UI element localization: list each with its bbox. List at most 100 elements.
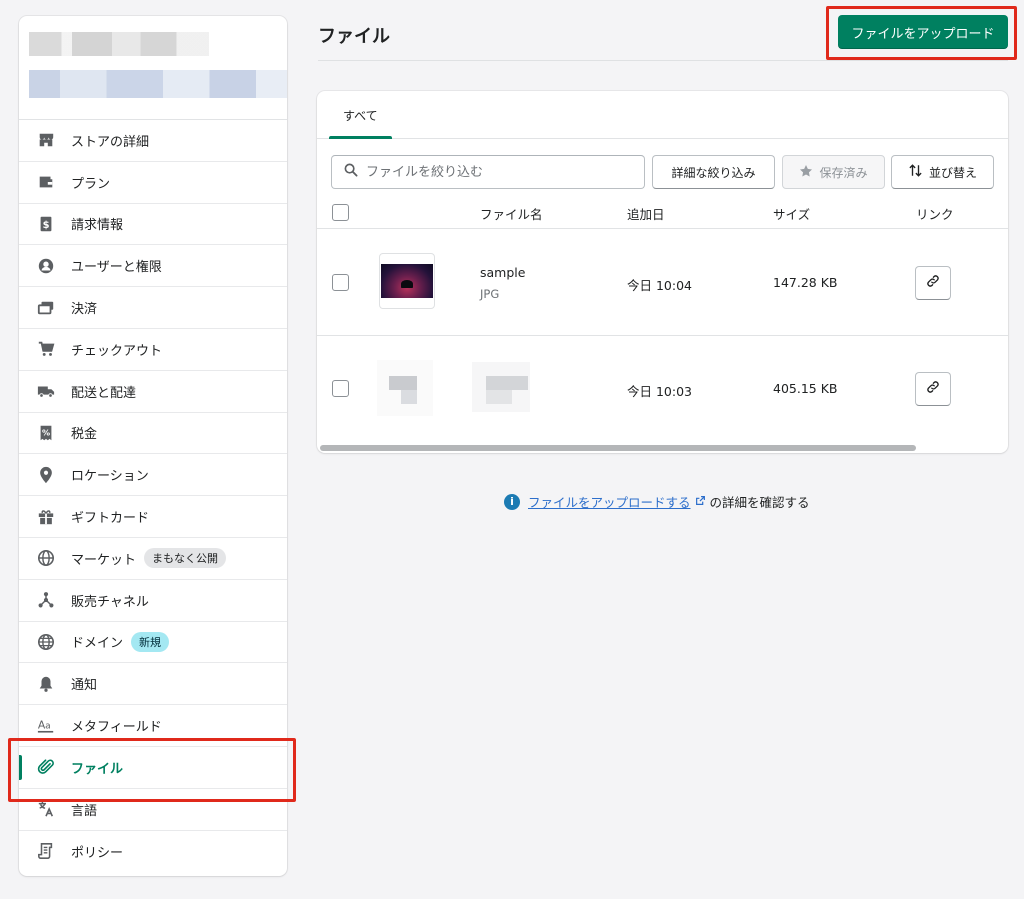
sort-label: 並び替え xyxy=(928,165,977,180)
wallet-icon xyxy=(37,173,55,191)
domain-globe-icon xyxy=(37,633,55,651)
sidebar-item-label: ポリシー xyxy=(71,845,124,861)
sidebar-item-billing[interactable]: $ 請求情報 xyxy=(19,204,287,246)
star-icon xyxy=(799,164,813,181)
sidebar-item-label: 言語 xyxy=(71,803,98,819)
sidebar-item-label: 請求情報 xyxy=(71,218,124,234)
sidebar-item-plan[interactable]: プラン xyxy=(19,162,287,204)
metafields-icon: Aa xyxy=(37,717,55,735)
table-row[interactable]: 今日 10:03 405.15 KB xyxy=(317,336,1008,442)
header-divider xyxy=(318,60,1008,61)
channels-icon xyxy=(37,591,55,609)
sidebar-item-sales-channels[interactable]: 販売チャネル xyxy=(19,580,287,622)
table-row[interactable]: sample JPG 今日 10:04 147.28 KB xyxy=(317,230,1008,336)
copy-link-button[interactable] xyxy=(915,372,951,406)
column-header: 追加日 xyxy=(627,207,665,222)
select-all-checkbox[interactable] xyxy=(332,204,349,221)
sidebar-item-notifications[interactable]: 通知 xyxy=(19,663,287,706)
file-size: 147.28 KB xyxy=(773,275,838,290)
search-icon xyxy=(344,163,358,181)
sidebar-item-label: ドメイン xyxy=(71,636,124,652)
sidebar-item-users[interactable]: ユーザーと権限 xyxy=(19,245,287,288)
redacted-pixels xyxy=(486,376,528,390)
files-card: すべて 詳細な絞り込み 保存済み 並び替え ファイル名 追加日 サイズ リンク … xyxy=(317,91,1008,453)
globe-icon xyxy=(37,549,55,567)
file-name: sample xyxy=(480,265,526,280)
search-field[interactable] xyxy=(331,155,645,189)
sidebar-item-store-details[interactable]: ストアの詳細 xyxy=(19,120,287,162)
coming-soon-badge: まもなく公開 xyxy=(144,548,227,569)
file-size: 405.15 KB xyxy=(773,381,838,396)
sidebar-item-languages[interactable]: 言語 xyxy=(19,789,287,831)
paperclip-icon xyxy=(37,758,55,776)
row-checkbox[interactable] xyxy=(332,274,349,291)
sort-arrows-icon xyxy=(908,163,923,181)
column-header: ファイル名 xyxy=(480,207,543,222)
sidebar-item-checkout[interactable]: チェックアウト xyxy=(19,329,287,371)
upload-file-button[interactable]: ファイルをアップロード xyxy=(838,15,1008,49)
sidebar-item-label: 通知 xyxy=(71,678,98,694)
store-header xyxy=(19,16,287,120)
sort-button[interactable]: 並び替え xyxy=(891,155,994,189)
file-name-redacted xyxy=(472,362,530,412)
help-suffix: の詳細を確認する xyxy=(709,495,810,510)
sidebar-item-label: ユーザーと権限 xyxy=(71,260,162,276)
horizontal-scrollbar[interactable] xyxy=(320,445,916,451)
sidebar-item-gift-cards[interactable]: ギフトカード xyxy=(19,496,287,538)
page-title: ファイル xyxy=(318,26,390,47)
bell-icon xyxy=(37,675,55,693)
sidebar-item-label: ギフトカード xyxy=(71,511,150,527)
tax-icon: % xyxy=(37,424,55,442)
sidebar-item-policies[interactable]: ポリシー xyxy=(19,831,287,873)
translate-icon xyxy=(37,800,55,818)
location-pin-icon xyxy=(37,466,55,484)
info-icon: i xyxy=(504,493,520,510)
file-thumbnail-redacted[interactable] xyxy=(377,360,433,416)
sidebar-item-locations[interactable]: ロケーション xyxy=(19,454,287,497)
sidebar-item-files[interactable]: ファイル xyxy=(19,747,287,789)
redacted-pixels xyxy=(486,390,512,404)
thumbnail-image xyxy=(381,264,433,298)
sidebar-item-taxes[interactable]: % 税金 xyxy=(19,413,287,455)
saved-label: 保存済み xyxy=(819,165,868,180)
advanced-filter-button[interactable]: 詳細な絞り込み xyxy=(652,155,775,189)
cart-icon xyxy=(37,340,55,358)
file-thumbnail[interactable] xyxy=(379,253,435,309)
store-icon xyxy=(37,131,55,149)
sidebar-item-shipping[interactable]: 配送と配達 xyxy=(19,371,287,413)
row-checkbox[interactable] xyxy=(332,380,349,397)
help-info: i ファイルをアップロードする の詳細を確認する xyxy=(504,492,810,511)
tab-bar: すべて xyxy=(317,91,1008,139)
copy-link-button[interactable] xyxy=(915,266,951,300)
sidebar-item-label: ストアの詳細 xyxy=(71,134,150,150)
payment-icon xyxy=(37,299,55,317)
sidebar-item-label: 決済 xyxy=(71,302,98,318)
table-header: ファイル名 追加日 サイズ リンク xyxy=(317,197,1008,229)
sidebar-item-label: ファイル xyxy=(71,761,124,777)
new-badge: 新規 xyxy=(131,631,170,652)
sidebar-item-label: プラン xyxy=(71,176,111,192)
store-name-redacted xyxy=(29,32,209,56)
column-header: サイズ xyxy=(773,207,811,222)
gift-icon xyxy=(37,508,55,526)
svg-text:a: a xyxy=(45,721,51,731)
sidebar-item-payments[interactable]: 決済 xyxy=(19,287,287,329)
sidebar-item-markets[interactable]: マーケット まもなく公開 xyxy=(19,538,287,580)
settings-sidebar: ストアの詳細 プラン $ 請求情報 ユーザーと権限 決済 チェックアウト 配送と… xyxy=(19,16,287,876)
external-link-icon xyxy=(695,494,706,509)
sidebar-item-label: チェックアウト xyxy=(71,343,163,359)
truck-icon xyxy=(37,382,55,400)
sidebar-item-label: メタフィールド xyxy=(71,720,162,736)
file-added-date: 今日 10:03 xyxy=(627,384,692,399)
tab-all[interactable]: すべて xyxy=(329,91,392,139)
upload-help-link[interactable]: ファイルをアップロードする xyxy=(528,492,691,511)
saved-button[interactable]: 保存済み xyxy=(782,155,885,189)
link-icon xyxy=(925,273,941,293)
redacted-pixels xyxy=(401,390,417,404)
redacted-pixels xyxy=(389,376,417,390)
file-type: JPG xyxy=(480,287,500,301)
sidebar-item-domains[interactable]: ドメイン 新規 xyxy=(19,622,287,664)
sidebar-item-metafields[interactable]: Aa メタフィールド xyxy=(19,705,287,747)
search-input[interactable] xyxy=(366,164,626,180)
sidebar-item-label: マーケット xyxy=(71,552,137,568)
